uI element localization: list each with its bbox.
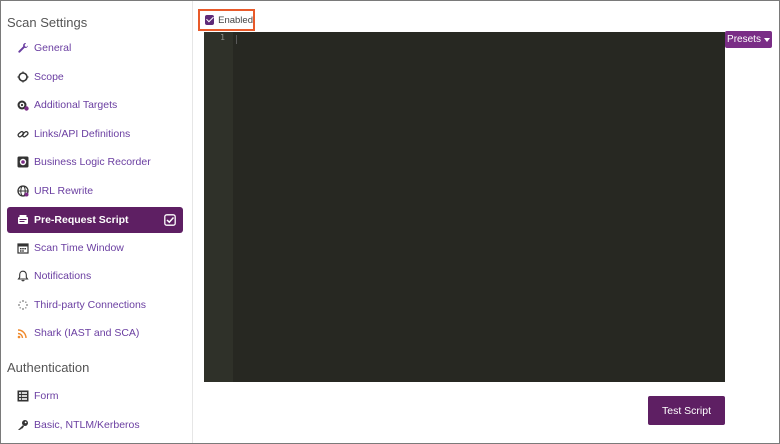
record-icon bbox=[17, 156, 29, 168]
sidebar-item-label: Basic, NTLM/Kerberos bbox=[34, 419, 140, 431]
enabled-checkbox-highlight[interactable]: Enabled bbox=[198, 9, 255, 31]
calendar-icon bbox=[17, 242, 29, 254]
enabled-checkbox[interactable] bbox=[205, 15, 215, 25]
caret-down-icon bbox=[763, 37, 770, 42]
sidebar-item-label: Scope bbox=[34, 71, 64, 83]
line-number: 1 bbox=[220, 33, 225, 42]
sidebar-item-label: Links/API Definitions bbox=[34, 128, 131, 140]
sidebar-item-scan-time-window[interactable]: Scan Time Window bbox=[7, 235, 183, 261]
sidebar-item-label: Business Logic Recorder bbox=[34, 156, 151, 168]
sidebar-item-general[interactable]: General bbox=[7, 35, 183, 61]
shark-icon bbox=[17, 327, 29, 339]
sidebar-item-label: Form bbox=[34, 390, 59, 402]
scan-settings-title: Scan Settings bbox=[7, 15, 88, 30]
wrench-icon bbox=[17, 42, 29, 54]
editor-gutter: 1 bbox=[204, 32, 233, 382]
connections-icon bbox=[17, 299, 29, 311]
key-icon bbox=[17, 419, 29, 431]
sidebar-item-third-party[interactable]: Third-party Connections bbox=[7, 292, 183, 318]
authentication-title: Authentication bbox=[7, 360, 90, 375]
sidebar-item-label: Third-party Connections bbox=[34, 299, 147, 311]
globe-icon bbox=[17, 185, 29, 197]
scope-icon bbox=[17, 71, 29, 83]
sidebar-item-label: Scan Time Window bbox=[34, 242, 124, 254]
sidebar-item-basic-ntlm[interactable]: Basic, NTLM/Kerberos bbox=[7, 412, 183, 438]
sidebar-item-label: URL Rewrite bbox=[34, 185, 94, 197]
sidebar-item-label: Additional Targets bbox=[34, 99, 118, 111]
sidebar-item-pre-request-script[interactable]: Pre-Request Script bbox=[7, 207, 183, 233]
sidebar-item-links-api[interactable]: Links/API Definitions bbox=[7, 121, 183, 147]
sidebar-item-label: Pre-Request Script bbox=[34, 214, 129, 226]
script-icon bbox=[17, 214, 29, 226]
sidebar-item-form[interactable]: Form bbox=[7, 383, 183, 409]
editor-cursor bbox=[236, 35, 237, 44]
sidebar-item-additional-targets[interactable]: Additional Targets bbox=[7, 92, 183, 118]
sidebar-item-shark[interactable]: Shark (IAST and SCA) bbox=[7, 320, 183, 346]
sidebar-item-notifications[interactable]: Notifications bbox=[7, 263, 183, 289]
sidebar: Scan Settings General Scope Additional T… bbox=[1, 1, 193, 443]
presets-label: Presets bbox=[727, 34, 761, 45]
link-icon bbox=[17, 128, 29, 140]
test-script-button[interactable]: Test Script bbox=[648, 396, 725, 425]
presets-dropdown[interactable]: Presets bbox=[725, 31, 772, 48]
sidebar-item-scope[interactable]: Scope bbox=[7, 64, 183, 90]
checkbox-checked-icon bbox=[164, 214, 176, 226]
sidebar-item-label: Shark (IAST and SCA) bbox=[34, 327, 140, 339]
bell-icon bbox=[17, 270, 29, 282]
sidebar-item-business-logic[interactable]: Business Logic Recorder bbox=[7, 149, 183, 175]
sidebar-item-label: Notifications bbox=[34, 270, 92, 282]
form-icon bbox=[17, 390, 29, 402]
sidebar-item-label: General bbox=[34, 42, 72, 54]
targets-icon bbox=[17, 99, 29, 111]
enabled-label: Enabled bbox=[218, 14, 253, 26]
script-editor[interactable]: 1 bbox=[204, 32, 725, 382]
sidebar-item-url-rewrite[interactable]: URL Rewrite bbox=[7, 178, 183, 204]
